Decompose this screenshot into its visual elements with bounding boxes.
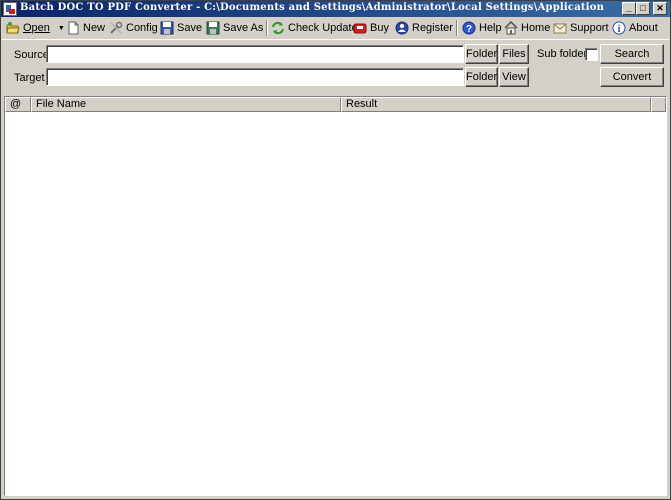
app-window: Batch DOC TO PDF Converter - C:\Document… — [0, 0, 671, 500]
refresh-icon — [271, 21, 285, 35]
app-icon[interactable] — [3, 2, 17, 16]
toolbar-separator — [266, 20, 268, 36]
check-update-label: Check Update — [288, 22, 358, 34]
save-as-label: Save As — [223, 22, 264, 34]
toolbar-separator — [456, 20, 458, 36]
home-label: Home — [521, 22, 551, 34]
home-icon — [504, 20, 518, 35]
info-icon: i — [612, 21, 626, 35]
source-label: Source — [14, 49, 49, 61]
target-view-button[interactable]: View — [499, 67, 529, 87]
chevron-down-icon[interactable]: ▼ — [58, 25, 65, 32]
file-list[interactable]: @ File Name Result — [4, 96, 667, 496]
maximize-button[interactable]: □ — [636, 2, 650, 15]
options-panel: Source Folder Files Sub folders Search T… — [2, 39, 669, 96]
mail-icon — [553, 21, 567, 35]
buy-label: Buy — [370, 22, 389, 34]
source-input[interactable] — [46, 45, 464, 63]
svg-text:i: i — [618, 24, 621, 35]
help-button[interactable]: ? Help — [462, 18, 502, 38]
open-button[interactable]: Open ▼ — [6, 18, 65, 38]
target-label: Target — [14, 72, 45, 84]
column-status[interactable]: @ — [5, 97, 31, 112]
cart-icon — [353, 21, 367, 35]
help-label: Help — [479, 22, 502, 34]
svg-text:?: ? — [466, 24, 472, 35]
target-folder-button[interactable]: Folder — [465, 67, 498, 87]
window-title: Batch DOC TO PDF Converter - C:\Document… — [20, 2, 606, 13]
floppy-disk-icon — [160, 21, 174, 35]
register-label: Register — [412, 22, 453, 34]
home-button[interactable]: Home — [504, 18, 550, 38]
register-button[interactable]: Register — [395, 18, 453, 38]
new-label: New — [83, 22, 106, 34]
minimize-button[interactable]: _ — [622, 2, 636, 15]
subfolders-checkbox[interactable] — [585, 48, 598, 61]
save-as-button[interactable]: Save As — [206, 18, 263, 38]
new-document-icon — [66, 21, 80, 35]
toolbar: Open ▼ New Config Save Save As Check Upd… — [2, 18, 669, 38]
target-input[interactable] — [46, 68, 464, 86]
column-result[interactable]: Result — [341, 97, 651, 112]
tools-icon — [109, 21, 123, 35]
source-folder-button[interactable]: Folder — [465, 44, 498, 64]
help-icon: ? — [462, 21, 476, 35]
save-label: Save — [177, 22, 203, 34]
convert-button[interactable]: Convert — [600, 67, 664, 87]
source-files-button[interactable]: Files — [499, 44, 529, 64]
about-button[interactable]: i About — [612, 18, 658, 38]
folder-open-icon — [6, 21, 20, 35]
save-button[interactable]: Save — [160, 18, 202, 38]
about-label: About — [629, 22, 658, 34]
floppy-disk-icon — [206, 21, 220, 35]
register-icon — [395, 21, 409, 35]
column-filler — [651, 97, 666, 112]
list-header: @ File Name Result — [5, 97, 666, 112]
column-file-name[interactable]: File Name — [31, 97, 341, 112]
buy-button[interactable]: Buy — [353, 18, 389, 38]
open-label: Open — [23, 22, 50, 34]
support-label: Support — [570, 22, 609, 34]
support-button[interactable]: Support — [553, 18, 609, 38]
title-bar[interactable]: Batch DOC TO PDF Converter - C:\Document… — [1, 1, 670, 17]
new-button[interactable]: New — [66, 18, 105, 38]
search-button[interactable]: Search — [600, 44, 664, 64]
config-button[interactable]: Config — [109, 18, 158, 38]
config-label: Config — [126, 22, 158, 34]
check-update-button[interactable]: Check Update — [271, 18, 358, 38]
close-button[interactable]: ✕ — [653, 2, 667, 15]
